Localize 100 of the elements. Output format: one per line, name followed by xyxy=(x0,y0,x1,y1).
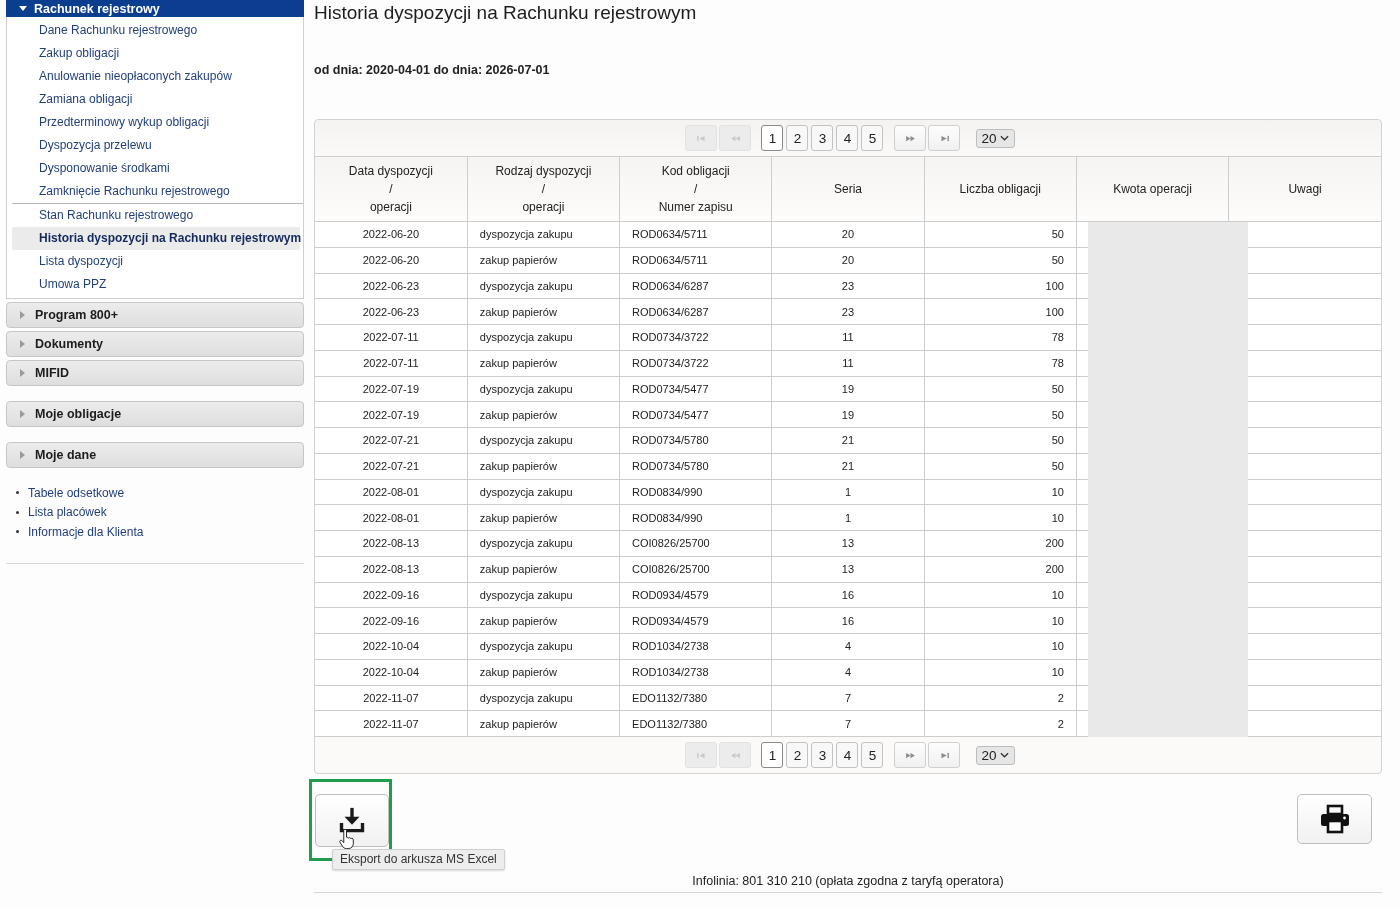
sidebar-link[interactable]: Zakup obligacji xyxy=(7,42,303,65)
accordion-header[interactable]: Rachunek rejestrowy xyxy=(6,0,304,17)
next-page-icon xyxy=(905,751,916,759)
code-cell: ROD0634/5711 xyxy=(619,247,772,273)
accordion-header[interactable]: Moje obligacje xyxy=(6,401,304,427)
page-number-button[interactable]: 1 xyxy=(761,742,784,768)
page-number-button[interactable]: 5 xyxy=(861,742,884,768)
page-number-button[interactable]: 3 xyxy=(811,125,834,151)
page-size-select[interactable]: 20 xyxy=(976,128,1015,148)
series-cell: 16 xyxy=(771,607,925,634)
series-cell: 7 xyxy=(771,710,925,737)
page-number-button[interactable]: 5 xyxy=(861,125,884,151)
count-cell: 10 xyxy=(924,479,1077,505)
print-button[interactable] xyxy=(1297,794,1372,844)
accordion-header[interactable]: Program 800+ xyxy=(6,302,304,328)
code-cell: COI0826/25700 xyxy=(619,530,772,557)
type-cell: zakup papierów xyxy=(467,659,620,685)
sidebar-link[interactable]: Umowa PPZ xyxy=(12,273,303,296)
count-cell: 200 xyxy=(924,530,1077,557)
count-cell: 10 xyxy=(924,504,1077,531)
sidebar-link[interactable]: Lista placówek xyxy=(28,505,107,520)
code-cell: ROD0734/5780 xyxy=(619,453,772,479)
type-cell: dyspozycja zakupu xyxy=(467,582,620,608)
code-cell: ROD0734/3722 xyxy=(619,350,772,376)
date-cell: 2022-06-20 xyxy=(315,221,468,248)
sidebar-link[interactable]: Historia dyspozycji na Rachunku rejestrowym xyxy=(12,227,300,250)
series-cell: 4 xyxy=(771,633,925,660)
series-cell: 23 xyxy=(771,298,925,325)
series-cell: 20 xyxy=(771,221,925,248)
date-cell: 2022-08-01 xyxy=(315,504,468,531)
date-cell: 2022-06-23 xyxy=(315,298,468,325)
count-cell: 10 xyxy=(924,582,1077,608)
sidebar-link[interactable]: Zamiana obligacji xyxy=(7,88,303,111)
download-button[interactable] xyxy=(315,794,389,847)
type-cell: zakup papierów xyxy=(467,401,620,428)
page-number-button[interactable]: 2 xyxy=(786,742,809,768)
sidebar-link[interactable]: Dysponowanie środkami xyxy=(7,157,303,180)
accordion-header[interactable]: MIFID xyxy=(6,360,304,386)
caret-right-icon xyxy=(20,451,25,459)
type-cell: zakup papierów xyxy=(467,710,620,737)
last-page-icon xyxy=(939,751,950,759)
sidebar-link[interactable]: Dyspozycja przelewu xyxy=(7,134,303,157)
page-number-button[interactable]: 4 xyxy=(836,125,859,151)
sidebar-link[interactable]: Lista dyspozycji xyxy=(12,250,303,273)
count-cell: 10 xyxy=(924,659,1077,685)
page-number-button[interactable]: 3 xyxy=(811,742,834,768)
count-cell: 50 xyxy=(924,453,1077,479)
first-page-icon xyxy=(696,134,707,142)
series-cell: 21 xyxy=(771,427,925,454)
type-cell: dyspozycja zakupu xyxy=(467,427,620,454)
page-number-button[interactable]: 4 xyxy=(836,742,859,768)
count-cell: 50 xyxy=(924,427,1077,454)
code-cell: ROD0934/4579 xyxy=(619,607,772,634)
date-cell: 2022-08-01 xyxy=(315,479,468,505)
count-cell: 100 xyxy=(924,298,1077,325)
date-cell: 2022-09-16 xyxy=(315,582,468,608)
last-page-button[interactable] xyxy=(928,742,961,768)
sidebar-link[interactable]: Przedterminowy wykup obligacji xyxy=(7,111,303,134)
chevron-down-icon xyxy=(999,135,1009,141)
series-cell: 4 xyxy=(771,659,925,685)
count-cell: 2 xyxy=(924,710,1077,737)
next-page-button[interactable] xyxy=(894,742,927,768)
last-page-icon xyxy=(939,134,950,142)
sidebar-link[interactable]: Tabele odsetkowe xyxy=(28,485,125,500)
code-cell: ROD0734/5477 xyxy=(619,376,772,402)
sidebar-link[interactable]: Dane Rachunku rejestrowego xyxy=(7,19,303,42)
accordion-header[interactable]: Dokumenty xyxy=(6,331,304,357)
caret-right-icon xyxy=(20,340,25,348)
sidebar-link[interactable]: Stan Rachunku rejestrowego xyxy=(12,204,303,227)
code-cell: ROD0634/6287 xyxy=(619,273,772,299)
count-cell: 10 xyxy=(924,633,1077,660)
type-cell: zakup papierów xyxy=(467,504,620,531)
previous-page-icon xyxy=(730,751,741,759)
next-page-button[interactable] xyxy=(894,125,927,151)
bullet-icon xyxy=(16,530,19,534)
accordion-header[interactable]: Moje dane xyxy=(6,442,304,468)
series-cell: 13 xyxy=(771,530,925,557)
code-cell: EDO1132/7380 xyxy=(619,685,772,711)
type-cell: dyspozycja zakupu xyxy=(467,324,620,351)
column-header: Kod obligacji / Numer zapisu xyxy=(619,156,772,222)
series-cell: 7 xyxy=(771,685,925,711)
first-page-icon xyxy=(696,751,707,759)
date-cell: 2022-07-11 xyxy=(315,350,468,376)
sidebar-link[interactable]: Informacje dla Klienta xyxy=(28,524,144,539)
caret-right-icon xyxy=(20,369,25,377)
date-cell: 2022-11-07 xyxy=(315,685,468,711)
date-cell: 2022-07-21 xyxy=(315,453,468,479)
sidebar-link[interactable]: Zamknięcie Rachunku rejestrowego xyxy=(7,180,303,203)
series-cell: 19 xyxy=(771,401,925,428)
date-cell: 2022-08-13 xyxy=(315,530,468,557)
page-number-button[interactable]: 2 xyxy=(786,125,809,151)
count-cell: 2 xyxy=(924,685,1077,711)
code-cell: ROD0734/5477 xyxy=(619,401,772,428)
page-number-button[interactable]: 1 xyxy=(761,125,784,151)
date-cell: 2022-06-23 xyxy=(315,273,468,299)
date-cell: 2022-07-21 xyxy=(315,427,468,454)
page-size-select[interactable]: 20 xyxy=(976,745,1015,765)
sidebar-link[interactable]: Anulowanie nieopłaconych zakupów xyxy=(7,65,303,88)
count-cell: 10 xyxy=(924,607,1077,634)
last-page-button[interactable] xyxy=(928,125,961,151)
